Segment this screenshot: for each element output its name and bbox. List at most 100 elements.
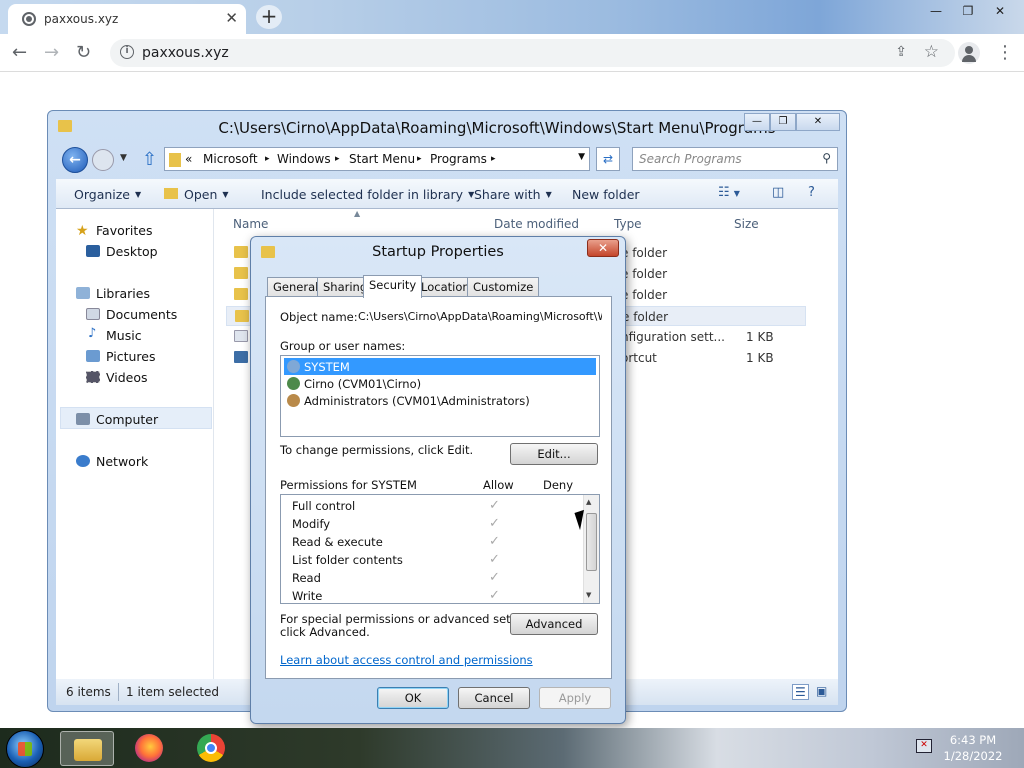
taskbar-chrome[interactable] <box>184 731 238 766</box>
profile-avatar-icon[interactable] <box>958 42 980 64</box>
address-breadcrumb[interactable]: « Microsoft ▸ Windows ▸ Start Menu ▸ Pro… <box>164 147 590 171</box>
scroll-up-icon[interactable]: ▲ <box>586 498 591 506</box>
tab-title: paxxous.xyz <box>44 12 119 26</box>
tab-close-icon[interactable]: ✕ <box>225 9 238 27</box>
sidebar-item-music[interactable]: Music <box>106 328 142 343</box>
sidebar-item-libraries[interactable]: Libraries <box>96 286 150 301</box>
sidebar-item-pictures[interactable]: Pictures <box>106 349 156 364</box>
breadcrumb-separator[interactable]: ▸ <box>417 154 422 164</box>
organize-button[interactable]: Organize ▼ <box>74 187 141 202</box>
breadcrumb-programs[interactable]: Programs <box>430 152 487 166</box>
navigation-row: ← ▼ ⇧ « Microsoft ▸ Windows ▸ Start Menu… <box>56 147 838 173</box>
user-group-icon <box>287 394 300 407</box>
details-view-icon[interactable]: ☰ <box>792 684 809 700</box>
tab-general[interactable]: General <box>267 277 325 297</box>
folder-icon <box>234 288 248 300</box>
search-icon[interactable]: ⚲ <box>822 151 831 165</box>
column-type[interactable]: Type <box>614 217 642 231</box>
folder-icon <box>234 267 248 279</box>
advanced-button[interactable]: Advanced <box>510 613 598 635</box>
file-size: 1 KB <box>746 351 774 365</box>
apply-button[interactable]: Apply <box>539 687 611 709</box>
permissions-scrollbar[interactable]: ▲ ▼ <box>583 495 599 603</box>
address-bar[interactable]: i paxxous.xyz ⇪ ☆ <box>110 39 955 67</box>
open-button[interactable]: Open ▼ <box>184 187 229 202</box>
back-button[interactable]: ← <box>62 147 88 173</box>
refresh-icon[interactable]: ⇄ <box>596 147 620 171</box>
tab-customize[interactable]: Customize <box>467 277 540 297</box>
breadcrumb-separator[interactable]: ▸ <box>335 154 340 164</box>
url-text[interactable]: paxxous.xyz <box>142 45 229 61</box>
help-icon[interactable]: ? <box>808 185 815 200</box>
large-icons-view-icon[interactable]: ▣ <box>816 684 827 698</box>
forward-button[interactable] <box>92 149 114 171</box>
column-date-modified[interactable]: Date modified <box>494 217 579 231</box>
user-name: Administrators (CVM01\Administrators) <box>304 394 530 408</box>
cancel-button[interactable]: Cancel <box>458 687 530 709</box>
new-folder-button[interactable]: New folder <box>572 187 640 202</box>
close-button[interactable]: ✕ <box>986 2 1014 20</box>
scroll-down-icon[interactable]: ▼ <box>586 591 591 599</box>
explorer-close-button[interactable]: ✕ <box>796 113 840 131</box>
browser-tab[interactable]: paxxous.xyz ✕ <box>8 4 246 34</box>
breadcrumb-overflow[interactable]: « <box>185 152 192 166</box>
share-icon[interactable]: ⇪ <box>895 44 907 60</box>
videos-icon <box>86 371 100 383</box>
back-icon[interactable]: ← <box>12 42 27 63</box>
preview-pane-icon[interactable]: ◫ <box>772 185 784 200</box>
taskbar-firefox[interactable] <box>122 731 176 766</box>
sidebar-item-favorites[interactable]: Favorites <box>96 223 152 238</box>
forward-icon[interactable]: → <box>44 42 59 63</box>
sidebar-item-network[interactable]: Network <box>96 454 148 469</box>
explorer-minimize-button[interactable]: — <box>744 113 770 131</box>
start-button[interactable] <box>6 730 44 768</box>
search-input[interactable]: Search Programs ⚲ <box>632 147 838 171</box>
sidebar-item-documents[interactable]: Documents <box>106 307 177 322</box>
explorer-maximize-button[interactable]: ❐ <box>770 113 796 131</box>
user-item-system[interactable]: SYSTEM <box>284 358 596 375</box>
breadcrumb-microsoft[interactable]: Microsoft <box>203 152 258 166</box>
breadcrumb-start-menu[interactable]: Start Menu <box>349 152 415 166</box>
restore-button[interactable]: ❐ <box>954 2 982 20</box>
taskbar-explorer[interactable] <box>60 731 114 766</box>
edit-button[interactable]: Edit... <box>510 443 598 465</box>
include-in-library-button[interactable]: Include selected folder in library ▼ <box>261 187 474 202</box>
permission-row: Read ✓ <box>281 569 581 587</box>
status-separator <box>118 683 119 701</box>
minimize-button[interactable]: — <box>922 2 950 20</box>
breadcrumb-separator[interactable]: ▸ <box>491 154 496 164</box>
allow-column-label: Allow <box>483 478 514 492</box>
ok-button[interactable]: OK <box>377 687 449 709</box>
sidebar-item-videos[interactable]: Videos <box>106 370 148 385</box>
up-folder-icon[interactable]: ⇧ <box>142 149 157 170</box>
allow-check-icon: ✓ <box>489 588 500 603</box>
network-status-icon[interactable]: ✕ <box>916 739 932 753</box>
site-info-icon[interactable]: i <box>120 45 134 59</box>
allow-check-icon: ✓ <box>489 552 500 567</box>
music-icon: ♪ <box>88 326 97 341</box>
column-name[interactable]: Name <box>233 217 268 231</box>
object-name-value: C:\Users\Cirno\AppData\Roaming\Microsoft… <box>358 310 602 323</box>
system-clock[interactable]: 6:43 PM 1/28/2022 <box>940 732 1006 764</box>
address-dropdown-icon[interactable]: ▼ <box>578 152 585 162</box>
new-tab-button[interactable]: + <box>256 5 282 29</box>
dialog-close-button[interactable]: ✕ <box>587 239 619 257</box>
user-item-administrators[interactable]: Administrators (CVM01\Administrators) <box>284 392 596 409</box>
reload-icon[interactable]: ↻ <box>76 42 91 63</box>
file-type: e folder <box>621 267 668 281</box>
sidebar-item-computer[interactable]: Computer <box>96 412 158 427</box>
user-item-cirno[interactable]: Cirno (CVM01\Cirno) <box>284 375 596 392</box>
learn-access-control-link[interactable]: Learn about access control and permissio… <box>280 653 533 667</box>
share-with-button[interactable]: Share with ▼ <box>474 187 552 202</box>
permission-row: Write ✓ <box>281 587 581 603</box>
view-options-icon[interactable]: ☷ ▼ <box>718 185 740 200</box>
file-type: e folder <box>621 288 668 302</box>
browser-menu-icon[interactable]: ⋮ <box>996 42 1014 63</box>
column-size[interactable]: Size <box>734 217 759 231</box>
tab-security[interactable]: Security <box>363 275 423 298</box>
bookmark-star-icon[interactable]: ☆ <box>924 42 939 62</box>
breadcrumb-windows[interactable]: Windows <box>277 152 331 166</box>
sidebar-item-desktop[interactable]: Desktop <box>106 244 158 259</box>
history-dropdown-icon[interactable]: ▼ <box>120 153 127 163</box>
breadcrumb-separator[interactable]: ▸ <box>265 154 270 164</box>
